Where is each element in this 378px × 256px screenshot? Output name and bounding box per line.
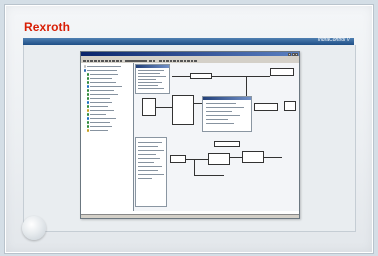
tree-item[interactable] xyxy=(87,121,111,124)
tree-node-icon xyxy=(87,117,90,120)
tree-item[interactable] xyxy=(87,105,109,108)
tree-item-label xyxy=(87,66,122,67)
function-block[interactable] xyxy=(142,98,156,116)
toolbar-button[interactable] xyxy=(176,59,180,63)
tree-item-label xyxy=(90,122,111,123)
product-name: IndraControl V xyxy=(317,37,350,43)
toolbar-button[interactable] xyxy=(159,59,162,63)
toolbar-combo[interactable] xyxy=(125,59,147,63)
tree-item-label xyxy=(87,70,118,71)
status-bar xyxy=(81,214,299,218)
tree-item-label xyxy=(90,102,113,103)
tree-node-icon xyxy=(87,93,90,96)
tree-node-icon xyxy=(87,113,90,116)
tree-item[interactable] xyxy=(87,125,113,128)
app-window xyxy=(80,51,300,219)
toolbar-button[interactable] xyxy=(83,59,86,63)
tree-node-icon xyxy=(87,109,90,112)
tree-item[interactable] xyxy=(87,117,117,120)
tree-node-icon xyxy=(87,129,90,132)
tree-item[interactable] xyxy=(84,69,118,72)
function-block[interactable] xyxy=(172,95,194,125)
variable-panel xyxy=(135,137,167,207)
toolbar-button[interactable] xyxy=(108,59,112,63)
tree-node-icon xyxy=(87,121,90,124)
declaration-panel xyxy=(135,64,170,94)
tree-item[interactable] xyxy=(87,129,109,132)
product-bar: IndraControl V xyxy=(23,37,354,45)
tree-item-label xyxy=(90,94,119,95)
toolbar-button[interactable] xyxy=(152,59,156,63)
toolbar-button[interactable] xyxy=(149,59,152,63)
tree-node-icon xyxy=(87,73,90,76)
tree-node-icon xyxy=(87,125,90,128)
tree-item-label xyxy=(90,74,119,75)
function-block[interactable] xyxy=(254,103,278,111)
toolbar-button[interactable] xyxy=(97,59,101,63)
toolbar-button[interactable] xyxy=(173,59,176,63)
toolbar-button[interactable] xyxy=(166,59,169,63)
toolbar-button[interactable] xyxy=(116,59,119,63)
tree-item-label xyxy=(90,110,115,111)
toolbar-button[interactable] xyxy=(194,59,197,63)
function-block[interactable] xyxy=(242,151,264,163)
tree-node-icon xyxy=(87,105,90,108)
function-block[interactable] xyxy=(270,68,294,76)
tree-node-icon xyxy=(84,69,87,72)
tree-item[interactable] xyxy=(87,109,115,112)
function-block[interactable] xyxy=(208,153,230,165)
brand-logo: Rexroth xyxy=(24,20,71,34)
tree-item-label xyxy=(90,78,113,79)
function-block[interactable] xyxy=(214,141,240,147)
tree-item[interactable] xyxy=(87,89,115,92)
tree-item[interactable] xyxy=(87,77,113,80)
tree-item-label xyxy=(90,114,107,115)
tree-item[interactable] xyxy=(87,81,117,84)
function-block[interactable] xyxy=(284,101,296,111)
tree-item-label xyxy=(90,86,123,87)
properties-dialog[interactable] xyxy=(202,96,252,132)
toolbar-button[interactable] xyxy=(180,59,183,63)
tree-node-icon xyxy=(84,65,87,68)
tree-node-icon xyxy=(87,81,90,84)
toolbar-button[interactable] xyxy=(162,59,166,63)
tree-item[interactable] xyxy=(87,93,119,96)
tree-item[interactable] xyxy=(87,85,123,88)
function-block[interactable] xyxy=(190,73,212,79)
toolbar-button[interactable] xyxy=(190,59,194,63)
tree-node-icon xyxy=(87,77,90,80)
project-tree[interactable] xyxy=(81,63,134,211)
tree-item[interactable] xyxy=(84,65,122,68)
tree-node-icon xyxy=(87,97,90,100)
tree-item-label xyxy=(90,82,117,83)
tree-item-label xyxy=(90,130,109,131)
toolbar-button[interactable] xyxy=(94,59,97,63)
toolbar-button[interactable] xyxy=(105,59,108,63)
tree-item[interactable] xyxy=(87,73,119,76)
tree-node-icon xyxy=(87,89,90,92)
tree-item[interactable] xyxy=(87,101,113,104)
tree-item-label xyxy=(90,118,117,119)
toolbar-button[interactable] xyxy=(169,59,173,63)
toolbar-button[interactable] xyxy=(187,59,190,63)
function-block[interactable] xyxy=(170,155,186,163)
tree-item-label xyxy=(90,98,111,99)
power-button-icon[interactable] xyxy=(22,216,46,240)
tree-item-label xyxy=(90,106,109,107)
toolbar-button[interactable] xyxy=(183,59,187,63)
tree-node-icon xyxy=(87,85,90,88)
toolbar-button[interactable] xyxy=(112,59,115,63)
tree-item-label xyxy=(90,126,113,127)
tree-item[interactable] xyxy=(87,113,107,116)
toolbar-button[interactable] xyxy=(101,59,104,63)
tree-node-icon xyxy=(87,101,90,104)
toolbar-button[interactable] xyxy=(90,59,93,63)
toolbar-button[interactable] xyxy=(86,59,90,63)
toolbar-button[interactable] xyxy=(119,59,123,63)
tree-item[interactable] xyxy=(87,97,111,100)
editor-workspace[interactable] xyxy=(134,63,299,211)
tree-item-label xyxy=(90,90,115,91)
